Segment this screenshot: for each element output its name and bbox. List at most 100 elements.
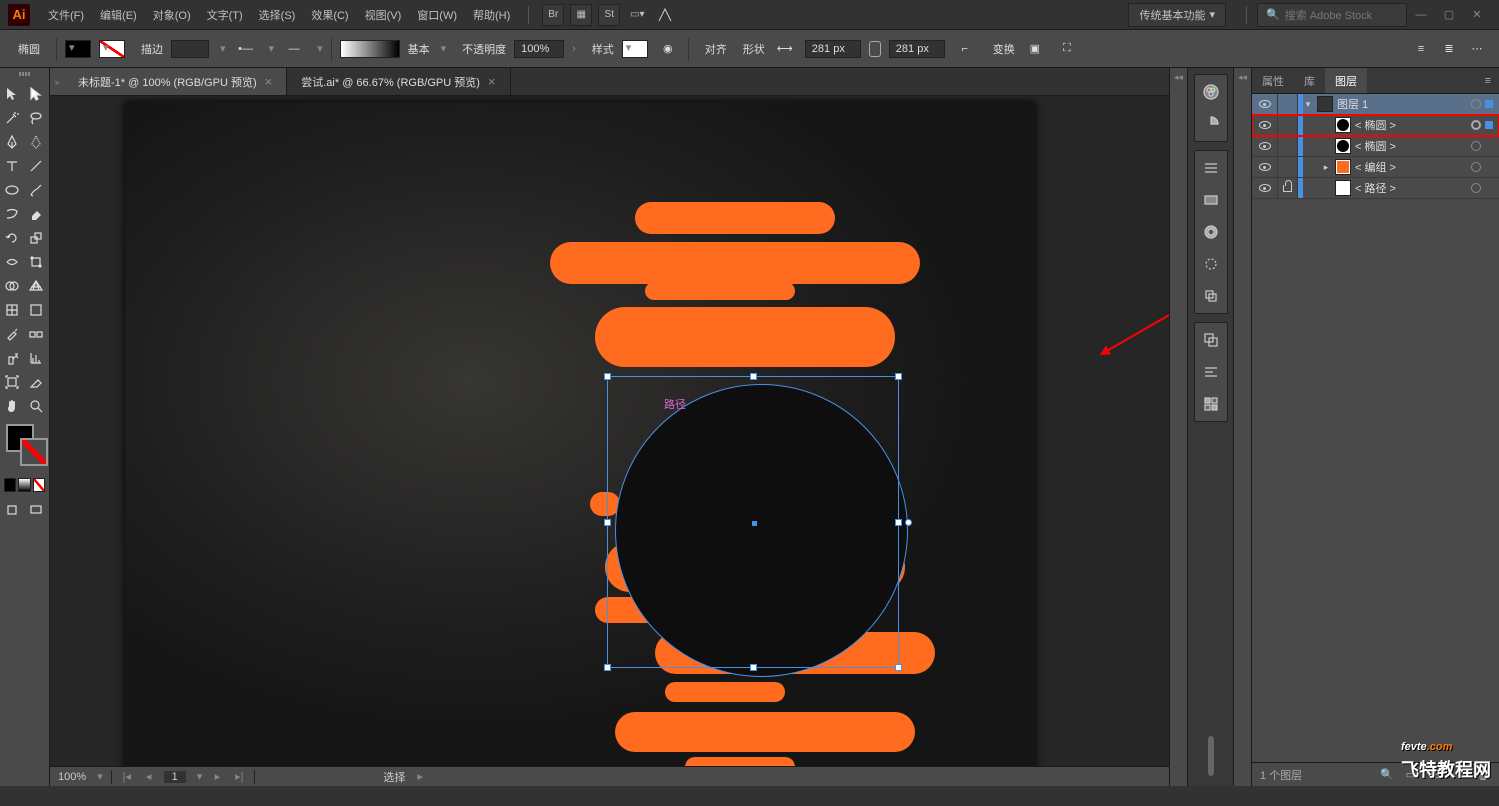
shape-builder-tool[interactable]: [0, 274, 24, 298]
selection-indicator[interactable]: [1485, 142, 1493, 150]
expand-docs-icon[interactable]: »: [50, 68, 64, 95]
zoom-value[interactable]: 100%: [58, 771, 86, 783]
width-tool[interactable]: [0, 250, 24, 274]
slice-tool[interactable]: [24, 370, 48, 394]
none-mode-icon[interactable]: [33, 478, 45, 492]
close-icon[interactable]: ✕: [1465, 6, 1489, 24]
pen-tool[interactable]: [0, 130, 24, 154]
menu-item[interactable]: 文件(F): [40, 7, 92, 23]
shape-btn-label[interactable]: 形状: [743, 41, 765, 57]
expand-layer-icon[interactable]: ▾: [1303, 99, 1313, 110]
arrange-docs-icon[interactable]: ▭▾: [626, 4, 648, 26]
visibility-toggle[interactable]: [1252, 157, 1278, 177]
selection-indicator[interactable]: [1485, 184, 1493, 192]
layer-row[interactable]: ▸ < 编组 >: [1252, 157, 1499, 178]
color-panel-icon[interactable]: [1199, 81, 1223, 103]
view-grid-icon[interactable]: ▦: [570, 4, 592, 26]
artboard[interactable]: 路径: [125, 102, 1035, 766]
selection-tool[interactable]: [0, 82, 24, 106]
visibility-toggle[interactable]: [1252, 115, 1278, 135]
graphic-style-swatch[interactable]: [622, 40, 648, 58]
screen-mode-icon[interactable]: [24, 498, 48, 522]
layer-row[interactable]: ▾ 图层 1: [1252, 94, 1499, 115]
selection-indicator[interactable]: [1485, 100, 1493, 108]
first-artboard-icon[interactable]: |◂: [120, 770, 134, 783]
draw-mode-icon[interactable]: [0, 498, 24, 522]
layer-name[interactable]: < 路径 >: [1355, 180, 1471, 196]
fill-stroke-control[interactable]: [0, 418, 49, 478]
align-panel2-icon[interactable]: ≣: [1437, 38, 1461, 60]
prev-artboard-icon[interactable]: ◂: [142, 770, 156, 783]
eyedropper-tool[interactable]: [0, 322, 24, 346]
gpu-icon[interactable]: [654, 4, 676, 26]
panel-grip[interactable]: [0, 72, 49, 80]
curvature-tool[interactable]: [24, 130, 48, 154]
perspective-tool[interactable]: [24, 274, 48, 298]
layer-name[interactable]: 图层 1: [1337, 96, 1471, 112]
collapse-panels-icon[interactable]: ◂◂: [1169, 68, 1187, 786]
bridge-icon[interactable]: Br: [542, 4, 564, 26]
lock-toggle[interactable]: [1278, 157, 1298, 177]
next-artboard-icon[interactable]: ▸: [210, 770, 224, 783]
target-icon[interactable]: [1471, 162, 1481, 172]
stroke-weight-input[interactable]: [171, 40, 209, 58]
corner-icon[interactable]: ⌐: [953, 38, 977, 60]
lock-toggle[interactable]: [1278, 136, 1298, 156]
line-tool[interactable]: [24, 154, 48, 178]
blend-tool[interactable]: [24, 322, 48, 346]
selection-indicator[interactable]: [1485, 163, 1493, 171]
stroke-caps-icon[interactable]: •—: [234, 38, 258, 60]
maximize-icon[interactable]: ▢: [1437, 6, 1461, 24]
gradient-tool[interactable]: [24, 298, 48, 322]
target-icon[interactable]: [1471, 99, 1481, 109]
free-transform-tool[interactable]: [24, 250, 48, 274]
pathfinder-panel-icon[interactable]: [1199, 329, 1223, 351]
graph-tool[interactable]: [24, 346, 48, 370]
last-artboard-icon[interactable]: ▸|: [232, 770, 246, 783]
rotate-tool[interactable]: [0, 226, 24, 250]
symbol-sprayer-tool[interactable]: [0, 346, 24, 370]
workspace-switcher[interactable]: 传统基本功能▾: [1128, 3, 1226, 27]
align-panel-icon[interactable]: [1199, 361, 1223, 383]
locate-object-icon[interactable]: 🔍: [1379, 767, 1395, 783]
menu-item[interactable]: 编辑(E): [92, 7, 145, 23]
stroke-color-box[interactable]: [20, 438, 48, 466]
layer-row[interactable]: < 路径 >: [1252, 178, 1499, 199]
fill-swatch[interactable]: [65, 40, 91, 58]
stroke-panel-icon[interactable]: [1199, 157, 1223, 179]
zoom-tool[interactable]: [24, 394, 48, 418]
panel-tab[interactable]: 属性: [1252, 68, 1294, 93]
lock-toggle[interactable]: [1278, 178, 1298, 198]
menu-item[interactable]: 对象(O): [145, 7, 199, 23]
expand-layer-icon[interactable]: ▸: [1321, 162, 1331, 173]
layer-name[interactable]: < 椭圆 >: [1355, 117, 1471, 133]
panel-tab[interactable]: 图层: [1325, 68, 1367, 93]
gradient-panel-icon[interactable]: [1199, 189, 1223, 211]
menu-item[interactable]: 窗口(W): [409, 7, 465, 23]
collapse-layers-icon[interactable]: ◂◂: [1233, 68, 1251, 786]
shaper-tool[interactable]: [0, 202, 24, 226]
lock-toggle[interactable]: [1278, 94, 1298, 114]
layer-name[interactable]: < 椭圆 >: [1355, 138, 1471, 154]
search-stock-input[interactable]: 🔍搜索 Adobe Stock: [1257, 3, 1407, 27]
menu-item[interactable]: 文字(T): [199, 7, 251, 23]
stroke-swatch[interactable]: [99, 40, 125, 58]
document-tab[interactable]: 未标题-1* @ 100% (RGB/GPU 预览)×: [64, 68, 287, 95]
isolate-icon[interactable]: ▣: [1023, 38, 1047, 60]
menu-item[interactable]: 帮助(H): [465, 7, 518, 23]
target-icon[interactable]: [1471, 141, 1481, 151]
brush-icon[interactable]: —: [282, 38, 306, 60]
gradient-mode-icon[interactable]: [18, 478, 30, 492]
canvas[interactable]: 路径: [50, 96, 1169, 766]
opacity-input[interactable]: [514, 40, 564, 58]
menu-item[interactable]: 视图(V): [357, 7, 410, 23]
target-icon[interactable]: [1471, 120, 1481, 130]
artboard-number[interactable]: 1: [164, 771, 186, 783]
brush-def-swatch[interactable]: [340, 40, 400, 58]
menu-item[interactable]: 选择(S): [251, 7, 304, 23]
panel-menu-icon[interactable]: ≡: [1477, 68, 1499, 93]
lasso-tool[interactable]: [24, 106, 48, 130]
brush-tool[interactable]: [24, 178, 48, 202]
close-tab-icon[interactable]: ×: [488, 74, 496, 89]
target-icon[interactable]: [1471, 183, 1481, 193]
